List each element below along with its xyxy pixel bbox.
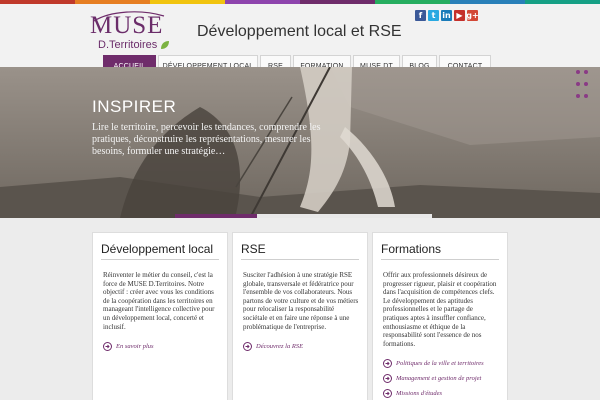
card-link[interactable]: Management et gestion de projet <box>373 374 507 384</box>
arrow-right-circle-icon <box>243 342 252 352</box>
slider-dot[interactable] <box>576 94 580 98</box>
googleplus-icon[interactable]: g+ <box>466 10 479 21</box>
card-title: Développement local <box>101 242 214 256</box>
twitter-icon[interactable]: t <box>428 10 439 21</box>
card-developpement-local: Développement local Réinventer le métier… <box>92 232 228 400</box>
hero-text: Lire le territoire, percevoir les tendan… <box>92 122 321 157</box>
slider-dot[interactable] <box>584 70 588 74</box>
slider-dot[interactable] <box>584 94 588 98</box>
site-title: Développement local et RSE <box>197 23 402 40</box>
card-rse: RSE Susciter l'adhésion à une stratégie … <box>232 232 368 400</box>
card-link-label: Politiques de la ville et territoires <box>396 359 484 367</box>
slider-dots <box>576 70 588 104</box>
card-link[interactable]: Missions d'études <box>373 389 507 399</box>
slider-dot[interactable] <box>576 70 580 74</box>
site-logo[interactable]: MUSE D.Territoires <box>90 10 170 54</box>
youtube-icon[interactable]: ▶ <box>454 10 465 21</box>
card-title: Formations <box>381 242 442 256</box>
card-title: RSE <box>241 242 266 256</box>
hero-tab-indicator-active <box>175 214 257 218</box>
linkedin-icon[interactable]: in <box>441 10 452 21</box>
arrow-right-circle-icon <box>383 359 392 369</box>
hero-title: INSPIRER <box>92 97 177 116</box>
arrow-right-circle-icon <box>383 389 392 399</box>
card-text: Réinventer le métier du conseil, c'est l… <box>103 271 215 331</box>
card-link-label: Missions d'études <box>396 389 442 397</box>
card-text: Offrir aux professionnels désireux de pr… <box>383 271 497 348</box>
card-link-label: Management et gestion de projet <box>396 374 482 382</box>
card-link-label: En savoir plus <box>116 342 154 350</box>
logo-sub-text: D.Territoires <box>98 39 158 51</box>
arrow-right-circle-icon <box>383 374 392 384</box>
card-link[interactable]: En savoir plus <box>93 342 227 352</box>
slider-dot[interactable] <box>584 82 588 86</box>
card-link[interactable]: Politiques de la ville et territoires <box>373 359 507 369</box>
card-text: Susciter l'adhésion à une stratégie RSE … <box>243 271 359 331</box>
card-formations: Formations Offrir aux professionnels dés… <box>372 232 508 400</box>
leaf-icon <box>161 41 169 49</box>
facebook-icon[interactable]: f <box>415 10 426 21</box>
hero-banner: INSPIRER Lire le territoire, percevoir l… <box>0 67 600 218</box>
social-links: f t in ▶ g+ <box>415 10 479 21</box>
card-link[interactable]: Découvrez la RSE <box>233 342 367 352</box>
arrow-right-circle-icon <box>103 342 112 352</box>
card-link-label: Découvrez la RSE <box>256 342 304 350</box>
slider-dot[interactable] <box>576 82 580 86</box>
logo-main-text: MUSE <box>90 12 164 39</box>
hero-tab-indicator <box>257 214 432 218</box>
